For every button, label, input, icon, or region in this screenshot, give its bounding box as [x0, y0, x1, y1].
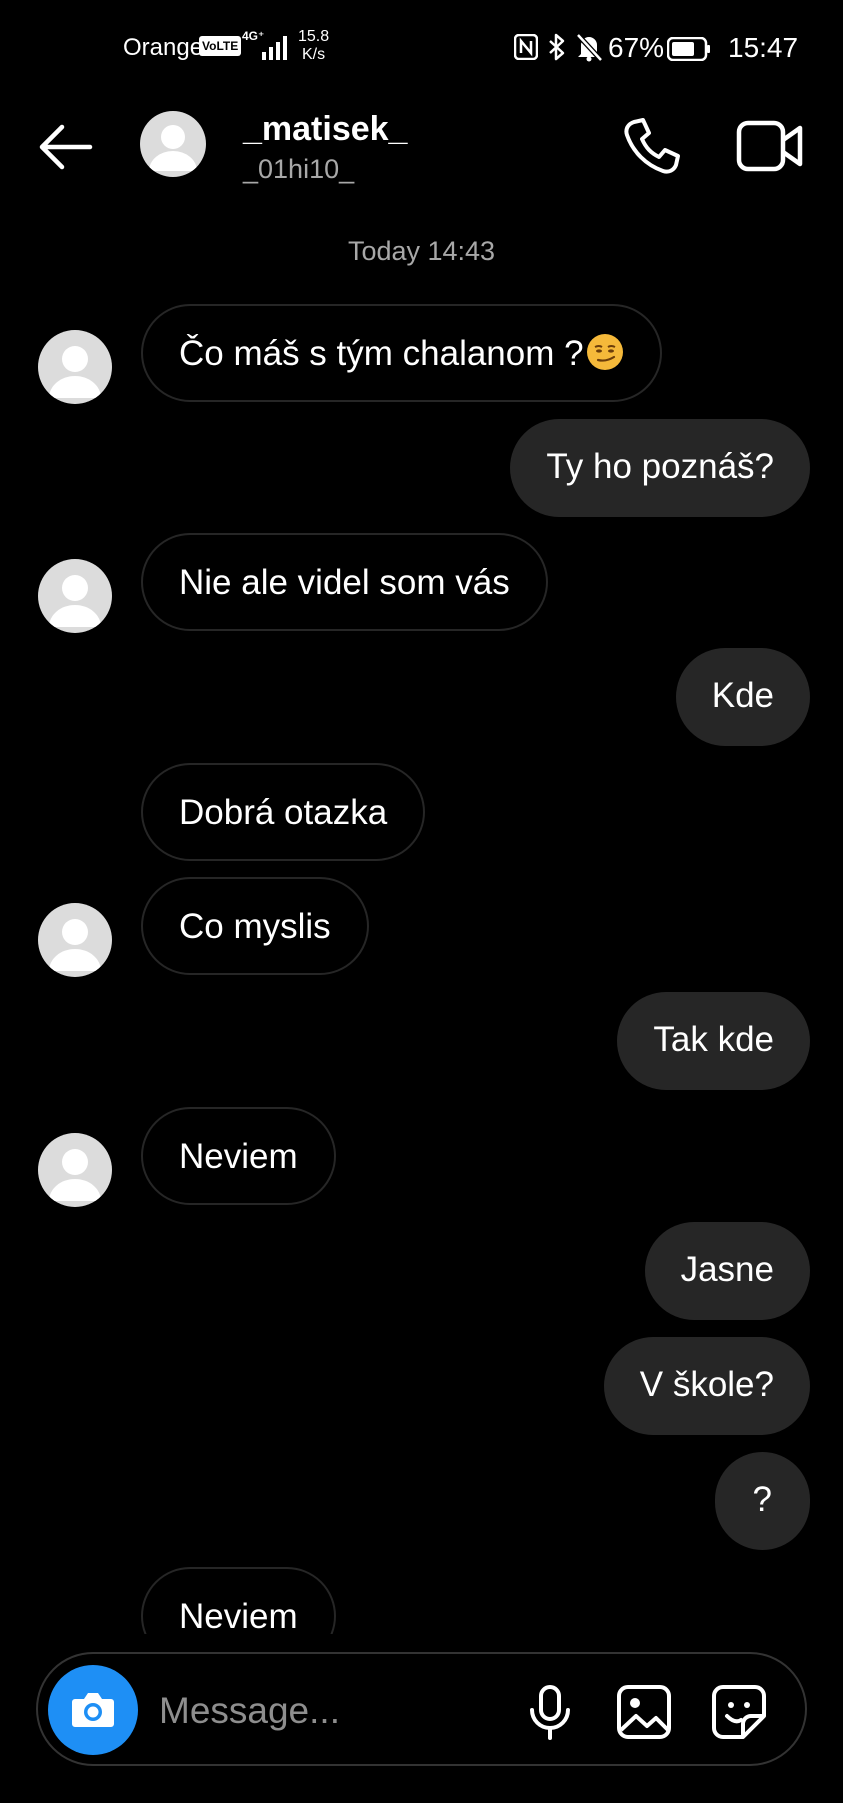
- message-text: Co myslis: [179, 907, 331, 946]
- message-bubble-incoming[interactable]: Co myslis: [141, 877, 369, 975]
- sticker-icon[interactable]: [711, 1684, 767, 1740]
- message-text: Dobrá otazka: [179, 793, 388, 832]
- message-text: ?: [752, 1480, 772, 1519]
- message-text: Nie ale videl som vás: [179, 563, 510, 602]
- message-text: Neviem: [179, 1597, 298, 1634]
- message-input[interactable]: [157, 1680, 501, 1742]
- message-text: Tak kde: [653, 1020, 774, 1059]
- sender-avatar[interactable]: [38, 1133, 112, 1207]
- gallery-icon[interactable]: [616, 1684, 672, 1740]
- camera-icon: [72, 1693, 114, 1727]
- smirking-face-emoji: [586, 334, 623, 370]
- message-bubble-incoming[interactable]: Dobrá otazka: [141, 763, 426, 861]
- sender-avatar[interactable]: [38, 330, 112, 404]
- message-bubble-incoming[interactable]: Nie ale videl som vás: [141, 533, 548, 631]
- message-text: Jasne: [680, 1250, 774, 1289]
- message-bubble-incoming[interactable]: Neviem: [141, 1107, 336, 1205]
- sender-avatar[interactable]: [38, 559, 112, 633]
- message-text: Ty ho poznáš?: [546, 447, 774, 486]
- message-bubble-incoming[interactable]: Neviem: [141, 1567, 336, 1634]
- message-bubble-outgoing[interactable]: Jasne: [644, 1222, 810, 1320]
- message-text: Kde: [711, 676, 774, 715]
- message-bubble-incoming[interactable]: Čo máš s tým chalanom ?: [141, 304, 662, 402]
- camera-button[interactable]: [48, 1665, 138, 1755]
- microphone-icon[interactable]: [527, 1684, 573, 1740]
- message-bubble-outgoing[interactable]: ?: [714, 1452, 810, 1550]
- sender-avatar[interactable]: [38, 903, 112, 977]
- message-bubble-outgoing[interactable]: Tak kde: [617, 992, 810, 1090]
- message-bubble-outgoing[interactable]: V škole?: [603, 1337, 810, 1435]
- message-text: Čo máš s tým chalanom ?: [179, 334, 584, 373]
- message-thread: Čo máš s tým chalanom ? Ty ho poznáš? Ni…: [0, 0, 843, 1634]
- message-bubble-outgoing[interactable]: Ty ho poznáš?: [510, 419, 810, 517]
- message-text: Neviem: [179, 1137, 298, 1176]
- message-text: V škole?: [639, 1365, 774, 1404]
- message-bubble-outgoing[interactable]: Kde: [675, 648, 810, 746]
